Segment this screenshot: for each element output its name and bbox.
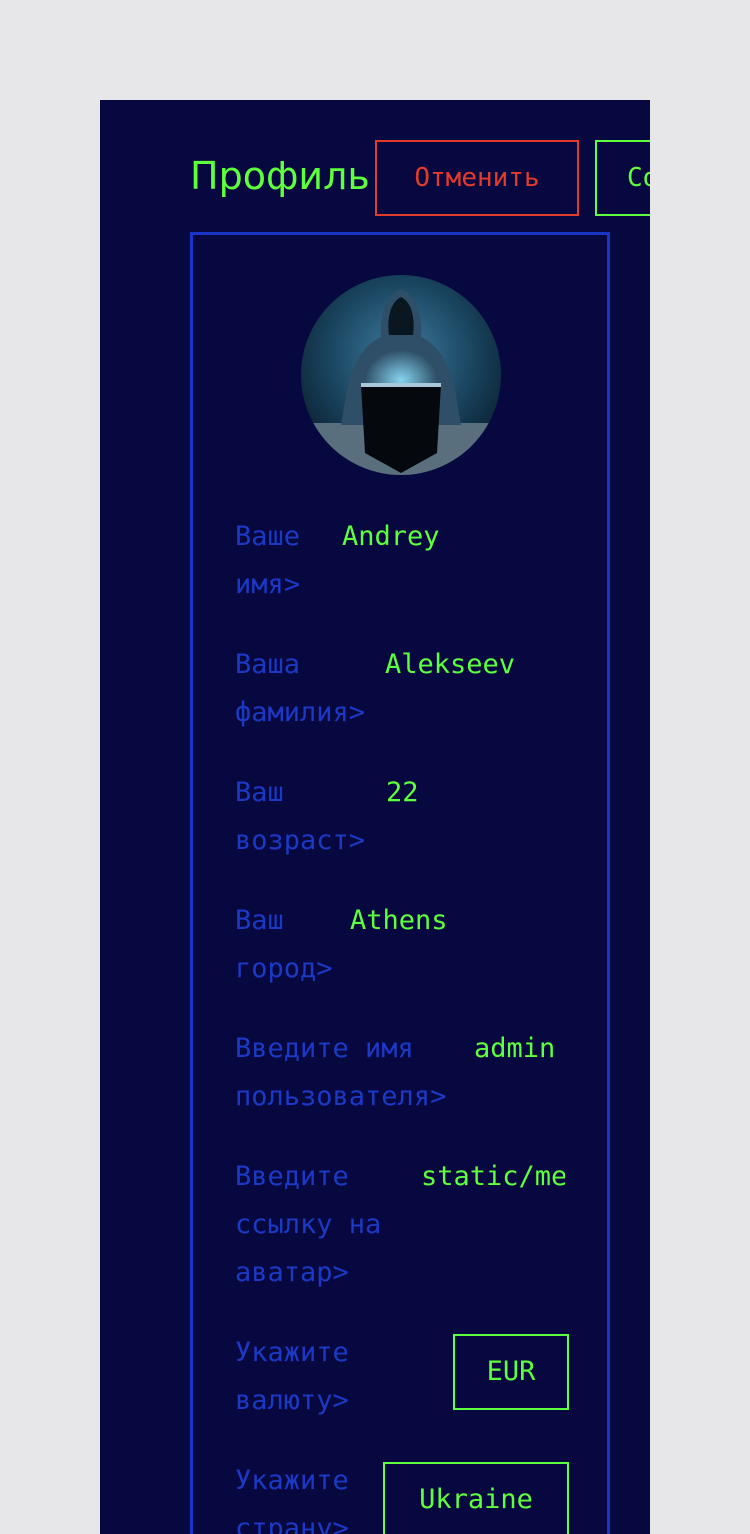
first-name-input[interactable]: Andrey — [342, 513, 569, 561]
cancel-button[interactable]: Отменить — [375, 140, 579, 216]
last-name-input[interactable]: Alekseev — [385, 641, 569, 689]
country-select[interactable]: Ukraine — [383, 1462, 569, 1534]
first-name-label: Ваше имя> — [235, 521, 301, 600]
avatar — [301, 275, 501, 475]
first-name-row: Ваше имя> Andrey — [235, 513, 569, 609]
profile-card: Ваше имя> Andrey Ваша фамилия> Alekseev … — [190, 232, 610, 1534]
city-input[interactable]: Athens — [350, 897, 569, 945]
username-label: Введите имя пользователя> — [235, 1033, 447, 1112]
age-label: Ваш возраст> — [235, 777, 366, 856]
age-row: Ваш возраст> 22 — [235, 769, 569, 865]
last-name-row: Ваша фамилия> Alekseev — [235, 641, 569, 737]
currency-select[interactable]: EUR — [453, 1334, 569, 1410]
currency-row: Укажите валюту> EUR — [235, 1329, 569, 1425]
city-label: Ваш город> — [235, 905, 333, 984]
country-label: Укажите страну> — [235, 1465, 349, 1534]
hooded-hacker-icon — [301, 275, 501, 475]
page-title: Профиль — [190, 154, 370, 198]
avatar-url-row: Введите ссылку на аватар> static/media/a… — [235, 1153, 569, 1297]
country-row: Укажите страну> Ukraine — [235, 1457, 569, 1534]
avatar-url-input[interactable]: static/media/avatar.jpg — [421, 1153, 565, 1201]
username-input[interactable]: admin — [474, 1025, 569, 1073]
profile-panel: Профиль Отменить Сохранить — [100, 100, 650, 1534]
save-button[interactable]: Сохранить — [595, 140, 650, 216]
username-row: Введите имя пользователя> admin — [235, 1025, 569, 1121]
avatar-url-label: Введите ссылку на аватар> — [235, 1161, 382, 1288]
city-row: Ваш город> Athens — [235, 897, 569, 993]
currency-label: Укажите валюту> — [235, 1337, 349, 1416]
last-name-label: Ваша фамилия> — [235, 649, 366, 728]
age-input[interactable]: 22 — [386, 769, 569, 817]
